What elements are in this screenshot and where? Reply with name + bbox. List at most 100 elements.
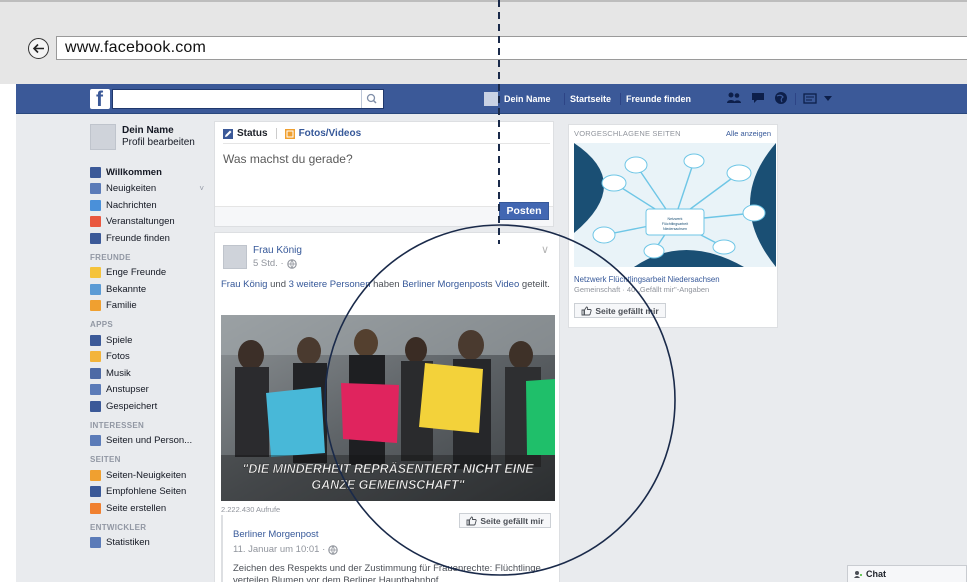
- photo-icon: [284, 128, 295, 139]
- apps-list: Spiele Fotos Musik Anstupser Gespeichert: [90, 332, 220, 415]
- sidebar-item-label: Bekannte: [106, 283, 147, 295]
- avatar[interactable]: [90, 124, 116, 150]
- post-text-author-link[interactable]: Frau König: [221, 279, 267, 290]
- sidebar-item-apps-2[interactable]: Musik: [90, 365, 220, 382]
- suggested-page-meta: Gemeinschaft · 40 „Gefällt mir"-Angaben: [574, 285, 710, 294]
- back-button[interactable]: [28, 38, 49, 59]
- suggested-like-button[interactable]: Seite gefällt mir: [574, 303, 666, 318]
- sidebar-item-apps-1[interactable]: Fotos: [90, 349, 220, 366]
- post-text-and: und: [267, 279, 289, 290]
- like-page-label: Seite gefällt mir: [480, 515, 544, 526]
- sidebar-item-icon: [90, 351, 101, 363]
- sidebar-item-icon: [90, 400, 101, 412]
- globe-icon: [286, 258, 297, 269]
- pencil-icon: [223, 128, 233, 139]
- section-header-friends: FREUNDE: [90, 252, 131, 262]
- sidebar-item-friends-0[interactable]: Enge Freunde: [90, 265, 220, 282]
- sidebar-item-label: Veranstaltungen: [106, 216, 175, 228]
- video-still: "DIE MINDERHEIT REPRÄSENTIERT NICHT EINE…: [221, 315, 555, 501]
- post-text-page-link[interactable]: Berliner Morgenpost: [402, 279, 488, 290]
- sidebar-item-dev-0[interactable]: Statistiken: [90, 535, 220, 552]
- status-input[interactable]: Was machst du gerade?: [223, 152, 353, 166]
- chevron-down-icon[interactable]: ˅: [199, 184, 204, 193]
- shared-post-text: Zeichen des Respekts und der Zustimmung …: [233, 563, 541, 582]
- interests-list: Seiten und Person...: [90, 433, 220, 450]
- friend-requests-icon[interactable]: [726, 91, 742, 105]
- svg-text:Netzwerk: Netzwerk: [668, 217, 683, 221]
- shared-date-text: 11. Januar um 10:01 ·: [233, 544, 326, 555]
- like-page-button[interactable]: Seite gefällt mir: [459, 513, 551, 528]
- post-button[interactable]: Posten: [499, 202, 549, 220]
- sidebar-item-icon: [90, 183, 101, 195]
- sidebar-item-label: Seiten-Neuigkeiten: [106, 469, 187, 481]
- messages-icon[interactable]: [750, 91, 766, 105]
- avatar: [484, 92, 498, 106]
- sidebar-item-label: Familie: [106, 300, 137, 312]
- privacy-shortcuts-icon[interactable]: [803, 93, 817, 104]
- sidebar-profile[interactable]: Dein Name Profil bearbeiten: [90, 124, 220, 164]
- suggested-page-name[interactable]: Netzwerk Flüchtlingsarbeit Niedersachsen: [574, 275, 720, 284]
- sidebar-item-label: Gespeichert: [106, 400, 158, 412]
- sidebar-item-pages-2[interactable]: Seite erstellen: [90, 500, 220, 517]
- thumbs-up-icon: [581, 306, 592, 315]
- friends-list: Enge Freunde Bekannte Familie: [90, 265, 220, 315]
- tab-divider: [275, 128, 277, 139]
- sidebar-item-label: Spiele: [106, 334, 133, 346]
- nav-find-friends[interactable]: Freunde finden: [626, 84, 691, 114]
- sidebar-item-fav-3[interactable]: Veranstaltungen: [90, 214, 220, 231]
- sidebar-item-label: Fotos: [106, 351, 130, 363]
- nav-divider: [564, 93, 565, 105]
- chat-label: Chat: [866, 569, 886, 579]
- svg-text:Niedersachsen: Niedersachsen: [663, 227, 687, 231]
- composer-tabs: Status Fotos/Videos: [223, 128, 361, 139]
- sidebar-item-apps-4[interactable]: Gespeichert: [90, 398, 220, 415]
- svg-text:Flüchtlingsarbeit: Flüchtlingsarbeit: [662, 222, 688, 226]
- post-time-text: 5 Std. ·: [253, 258, 284, 269]
- shared-post-date[interactable]: 11. Januar um 10:01 ·: [233, 544, 338, 555]
- sidebar-item-apps-3[interactable]: Anstupser: [90, 382, 220, 399]
- sidebar-item-pages-1[interactable]: Empfohlene Seiten: [90, 484, 220, 501]
- video-player[interactable]: "DIE MINDERHEIT REPRÄSENTIERT NICHT EINE…: [221, 315, 555, 501]
- arrow-left-icon: [32, 43, 44, 54]
- sidebar-item-interests-0[interactable]: Seiten und Person...: [90, 433, 220, 450]
- tab-photos-videos[interactable]: Fotos/Videos: [299, 128, 362, 139]
- search-input[interactable]: [112, 89, 384, 109]
- avatar[interactable]: [223, 245, 247, 269]
- post-timestamp[interactable]: 5 Std. ·: [253, 258, 297, 269]
- chevron-down-icon[interactable]: [824, 95, 832, 102]
- sidebar-item-fav-4[interactable]: Freunde finden: [90, 230, 220, 247]
- post-text-others-link[interactable]: 3 weitere Personen: [289, 279, 371, 290]
- shared-content-bar: [221, 515, 223, 582]
- nav-divider: [795, 93, 796, 105]
- sidebar-item-friends-2[interactable]: Familie: [90, 298, 220, 315]
- post-text-shared: geteilt.: [519, 279, 550, 290]
- profile-name[interactable]: Dein Name: [122, 125, 174, 136]
- sidebar-item-fav-0[interactable]: Willkommen: [90, 164, 220, 181]
- tab-status[interactable]: Status: [237, 128, 268, 139]
- globe-notifications-icon[interactable]: [773, 90, 789, 106]
- sidebar-item-fav-2[interactable]: Nachrichten: [90, 197, 220, 214]
- search-icon[interactable]: [361, 90, 383, 108]
- show-all-link[interactable]: Alle anzeigen: [726, 129, 771, 138]
- profile-nav-link[interactable]: Dein Name: [484, 84, 551, 114]
- sidebar-item-friends-1[interactable]: Bekannte: [90, 281, 220, 298]
- globe-icon: [328, 544, 338, 555]
- nav-home[interactable]: Startseite: [570, 84, 611, 114]
- suggested-page-image[interactable]: Netzwerk Flüchtlingsarbeit Niedersachsen: [574, 143, 776, 267]
- composer-divider: [223, 143, 550, 144]
- shared-page-name[interactable]: Berliner Morgenpost: [233, 529, 319, 540]
- chevron-down-icon[interactable]: ∨: [541, 243, 549, 256]
- sidebar-item-fav-1[interactable]: Neuigkeiten ˅: [90, 181, 220, 198]
- sidebar-item-apps-0[interactable]: Spiele: [90, 332, 220, 349]
- facebook-logo[interactable]: f: [90, 88, 110, 111]
- post-text-video-link[interactable]: Video: [495, 279, 519, 290]
- address-bar[interactable]: www.facebook.com: [56, 36, 967, 60]
- profile-edit-link[interactable]: Profil bearbeiten: [122, 137, 195, 148]
- sidebar-item-pages-0[interactable]: Seiten-Neuigkeiten: [90, 467, 220, 484]
- post-author[interactable]: Frau König: [253, 245, 302, 256]
- suggested-pages-header: VORGESCHLAGENE SEITEN: [574, 129, 681, 138]
- sidebar-item-label: Enge Freunde: [106, 267, 167, 279]
- video-caption-line-1: "DIE MINDERHEIT REPRÄSENTIERT NICHT EINE: [242, 461, 534, 476]
- chat-tab[interactable]: Chat: [847, 565, 967, 582]
- left-sidebar: Dein Name Profil bearbeiten Willkommen Ne…: [90, 124, 220, 551]
